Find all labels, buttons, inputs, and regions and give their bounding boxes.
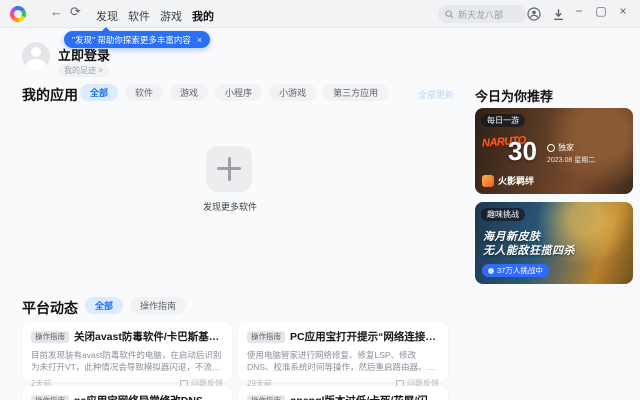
news-card[interactable]: 操作指南 PC应用宝打开提示“网络连接错误” 使用电脑管家进行网络修复、修复LS… <box>238 322 448 389</box>
search-placeholder: 新天龙八部 <box>458 9 504 20</box>
tab-miniprograms[interactable]: 小程序 <box>215 84 263 101</box>
update-all-link[interactable]: 全部更新 <box>418 88 454 101</box>
players-pill: 37万人挑战中 <box>482 264 549 277</box>
news-tag: 操作指南 <box>31 394 69 400</box>
nav-tab-discover[interactable]: 发现 <box>96 8 118 24</box>
news-card[interactable]: 操作指南 pc应用宝网络异常修改DNS教程 <box>22 386 232 400</box>
app-logo-icon <box>10 6 26 22</box>
tooltip-close-icon[interactable]: × <box>197 35 202 45</box>
game-icon <box>482 174 494 187</box>
tab-all[interactable]: 全部 <box>80 84 119 101</box>
minimize-button[interactable]: − <box>570 4 588 18</box>
my-apps-tabs: 全部 软件 游戏 小程序 小游戏 第三方应用 <box>80 84 389 101</box>
news-title: opengl版本过低/卡死/花屏/闪退，升级显卡驱动… <box>290 393 439 400</box>
feed-title: 平台动态 <box>22 300 78 316</box>
news-tag: 操作指南 <box>31 330 69 343</box>
recommend-title: 今日为你推荐 <box>475 89 554 104</box>
nav-tab-software[interactable]: 软件 <box>128 8 150 24</box>
tooltip-text: "发现" 帮助你探索更多丰富内容 <box>72 34 191 45</box>
news-card[interactable]: 操作指南 opengl版本过低/卡死/花屏/闪退，升级显卡驱动… <box>238 386 448 400</box>
calendar-icon <box>547 143 555 152</box>
challenge-card[interactable]: 趣味挑战 海月新皮肤 无人能敌狂揽四杀 37万人挑战中 <box>475 202 633 284</box>
news-title: pc应用宝网络异常修改DNS教程 <box>74 393 223 400</box>
news-title: 关闭avast防毒软件/卡巴斯基减少卡顿现象 <box>74 331 223 343</box>
search-icon <box>445 9 454 19</box>
calendar-date: 2023.08 星期二 <box>547 157 596 164</box>
tab-thirdparty[interactable]: 第三方应用 <box>323 84 389 101</box>
close-button[interactable]: × <box>614 4 632 18</box>
news-tag: 操作指南 <box>247 330 285 343</box>
news-body: 目前发现装有avast防毒软件的电脑，在启动后识别为未打开VT，此种情况会导致模… <box>31 350 222 372</box>
back-button[interactable]: ← <box>50 4 63 19</box>
maximize-button[interactable]: ▢ <box>592 4 610 18</box>
news-tag: 操作指南 <box>247 394 285 400</box>
tab-software[interactable]: 软件 <box>125 84 164 101</box>
news-title: PC应用宝打开提示“网络连接错误” <box>290 331 439 343</box>
game-name: 火影羁绊 <box>498 176 535 186</box>
profile-sub-link[interactable]: 我的足迹 > <box>58 64 109 77</box>
players-count: 37万人挑战中 <box>497 266 543 275</box>
download-manager-icon[interactable] <box>550 6 566 22</box>
game-name-row: 火影羁绊 <box>482 174 534 187</box>
challenge-badge: 趣味挑战 <box>481 208 525 221</box>
daily-game-card[interactable]: 每日一游 NARUTO 30 独家 2023.08 星期二 火影羁绊 <box>475 108 633 194</box>
search-input[interactable]: 新天龙八部 <box>438 5 526 23</box>
nav-tab-games[interactable]: 游戏 <box>160 8 182 24</box>
add-more-apps-button[interactable] <box>206 146 252 192</box>
exclusive-tag: 独家 <box>547 142 574 153</box>
my-apps-title: 我的应用 <box>22 87 78 103</box>
tab-minigames[interactable]: 小游戏 <box>269 84 317 101</box>
refresh-button[interactable]: ⟳ <box>70 4 81 20</box>
feed-tab-all[interactable]: 全部 <box>85 297 124 314</box>
challenge-line2: 无人能敌狂揽四杀 <box>483 245 575 257</box>
news-body: 使用电脑管家进行网络修复、修复LSP、修改DNS、校准系统时间等操作，然后重启路… <box>247 350 427 372</box>
add-more-caption: 发现更多软件 <box>202 202 257 212</box>
login-button[interactable]: 立即登录 <box>58 45 110 64</box>
tab-games[interactable]: 游戏 <box>170 84 209 101</box>
calendar-day: 30 <box>508 136 537 166</box>
nav-tab-mine[interactable]: 我的 <box>192 8 214 24</box>
account-icon[interactable] <box>526 6 542 22</box>
tooltip-arrow <box>102 27 110 31</box>
feed-tab-guide[interactable]: 操作指南 <box>130 297 187 314</box>
feed-tabs: 全部 操作指南 <box>85 297 187 314</box>
news-card[interactable]: 操作指南 关闭avast防毒软件/卡巴斯基减少卡顿现象 目前发现装有avast防… <box>22 322 232 389</box>
daily-game-badge: 每日一游 <box>481 114 525 127</box>
players-icon <box>488 267 494 274</box>
avatar[interactable] <box>22 42 50 70</box>
